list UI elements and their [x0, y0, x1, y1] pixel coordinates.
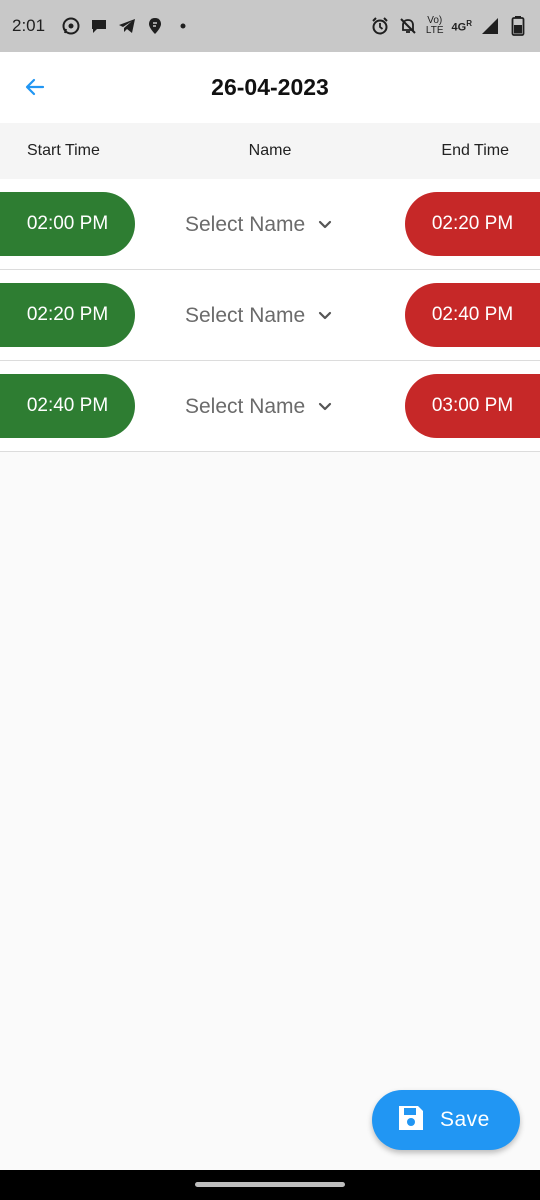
- status-time: 2:01: [12, 16, 46, 35]
- battery-icon: [508, 16, 528, 36]
- swiggy-icon: [145, 16, 165, 36]
- name-dropdown-label: Select Name: [185, 304, 306, 327]
- end-time-button[interactable]: 02:40 PM: [405, 283, 540, 347]
- roaming-indicator: R: [466, 18, 472, 28]
- slot-list: 02:00 PM Select Name 02:20 PM 02:20 PM S…: [0, 179, 540, 452]
- name-dropdown[interactable]: Select Name: [185, 209, 355, 241]
- save-button[interactable]: Save: [372, 1090, 520, 1150]
- end-time-button[interactable]: 03:00 PM: [405, 374, 540, 438]
- status-right: Vo) LTE 4GR: [370, 16, 528, 36]
- lte-label: LTE: [425, 25, 444, 36]
- signal-icon: [480, 16, 500, 36]
- name-dropdown[interactable]: Select Name: [185, 391, 355, 423]
- name-dropdown[interactable]: Select Name: [185, 300, 355, 332]
- header-end-time: End Time: [441, 142, 509, 159]
- save-button-label: Save: [440, 1108, 490, 1131]
- start-time-button[interactable]: 02:40 PM: [0, 374, 135, 438]
- slot-row: 02:20 PM Select Name 02:40 PM: [0, 270, 540, 361]
- name-dropdown-label: Select Name: [185, 213, 306, 236]
- network-type-text: 4G: [451, 21, 467, 34]
- network-type-label: 4GR: [452, 19, 472, 34]
- telegram-icon: [117, 16, 137, 36]
- notifications-off-icon: [398, 16, 418, 36]
- end-time-button[interactable]: 02:20 PM: [405, 192, 540, 256]
- status-bar: 2:01 Vo) LTE 4GR: [0, 0, 540, 52]
- chevron-down-icon: [317, 308, 333, 324]
- slot-row: 02:40 PM Select Name 03:00 PM: [0, 361, 540, 452]
- start-time-button[interactable]: 02:20 PM: [0, 283, 135, 347]
- slot-row: 02:00 PM Select Name 02:20 PM: [0, 179, 540, 270]
- home-gesture-handle[interactable]: [195, 1182, 345, 1187]
- chevron-down-icon: [317, 217, 333, 233]
- chat-bubble-icon: [89, 16, 109, 36]
- table-header: Start Time Name End Time: [0, 123, 540, 179]
- page-title: 26-04-2023: [211, 74, 329, 100]
- start-time-button[interactable]: 02:00 PM: [0, 192, 135, 256]
- status-left: 2:01: [12, 16, 193, 36]
- name-dropdown-label: Select Name: [185, 395, 306, 418]
- whatsapp-icon: [61, 16, 81, 36]
- volte-indicator: Vo) LTE: [426, 16, 444, 36]
- system-nav-bar: [0, 1170, 540, 1200]
- chevron-down-icon: [317, 399, 333, 415]
- app-bar: 26-04-2023: [0, 52, 540, 123]
- save-icon: [396, 1103, 426, 1138]
- alarm-icon: [370, 16, 390, 36]
- more-notifications-icon: [173, 16, 193, 36]
